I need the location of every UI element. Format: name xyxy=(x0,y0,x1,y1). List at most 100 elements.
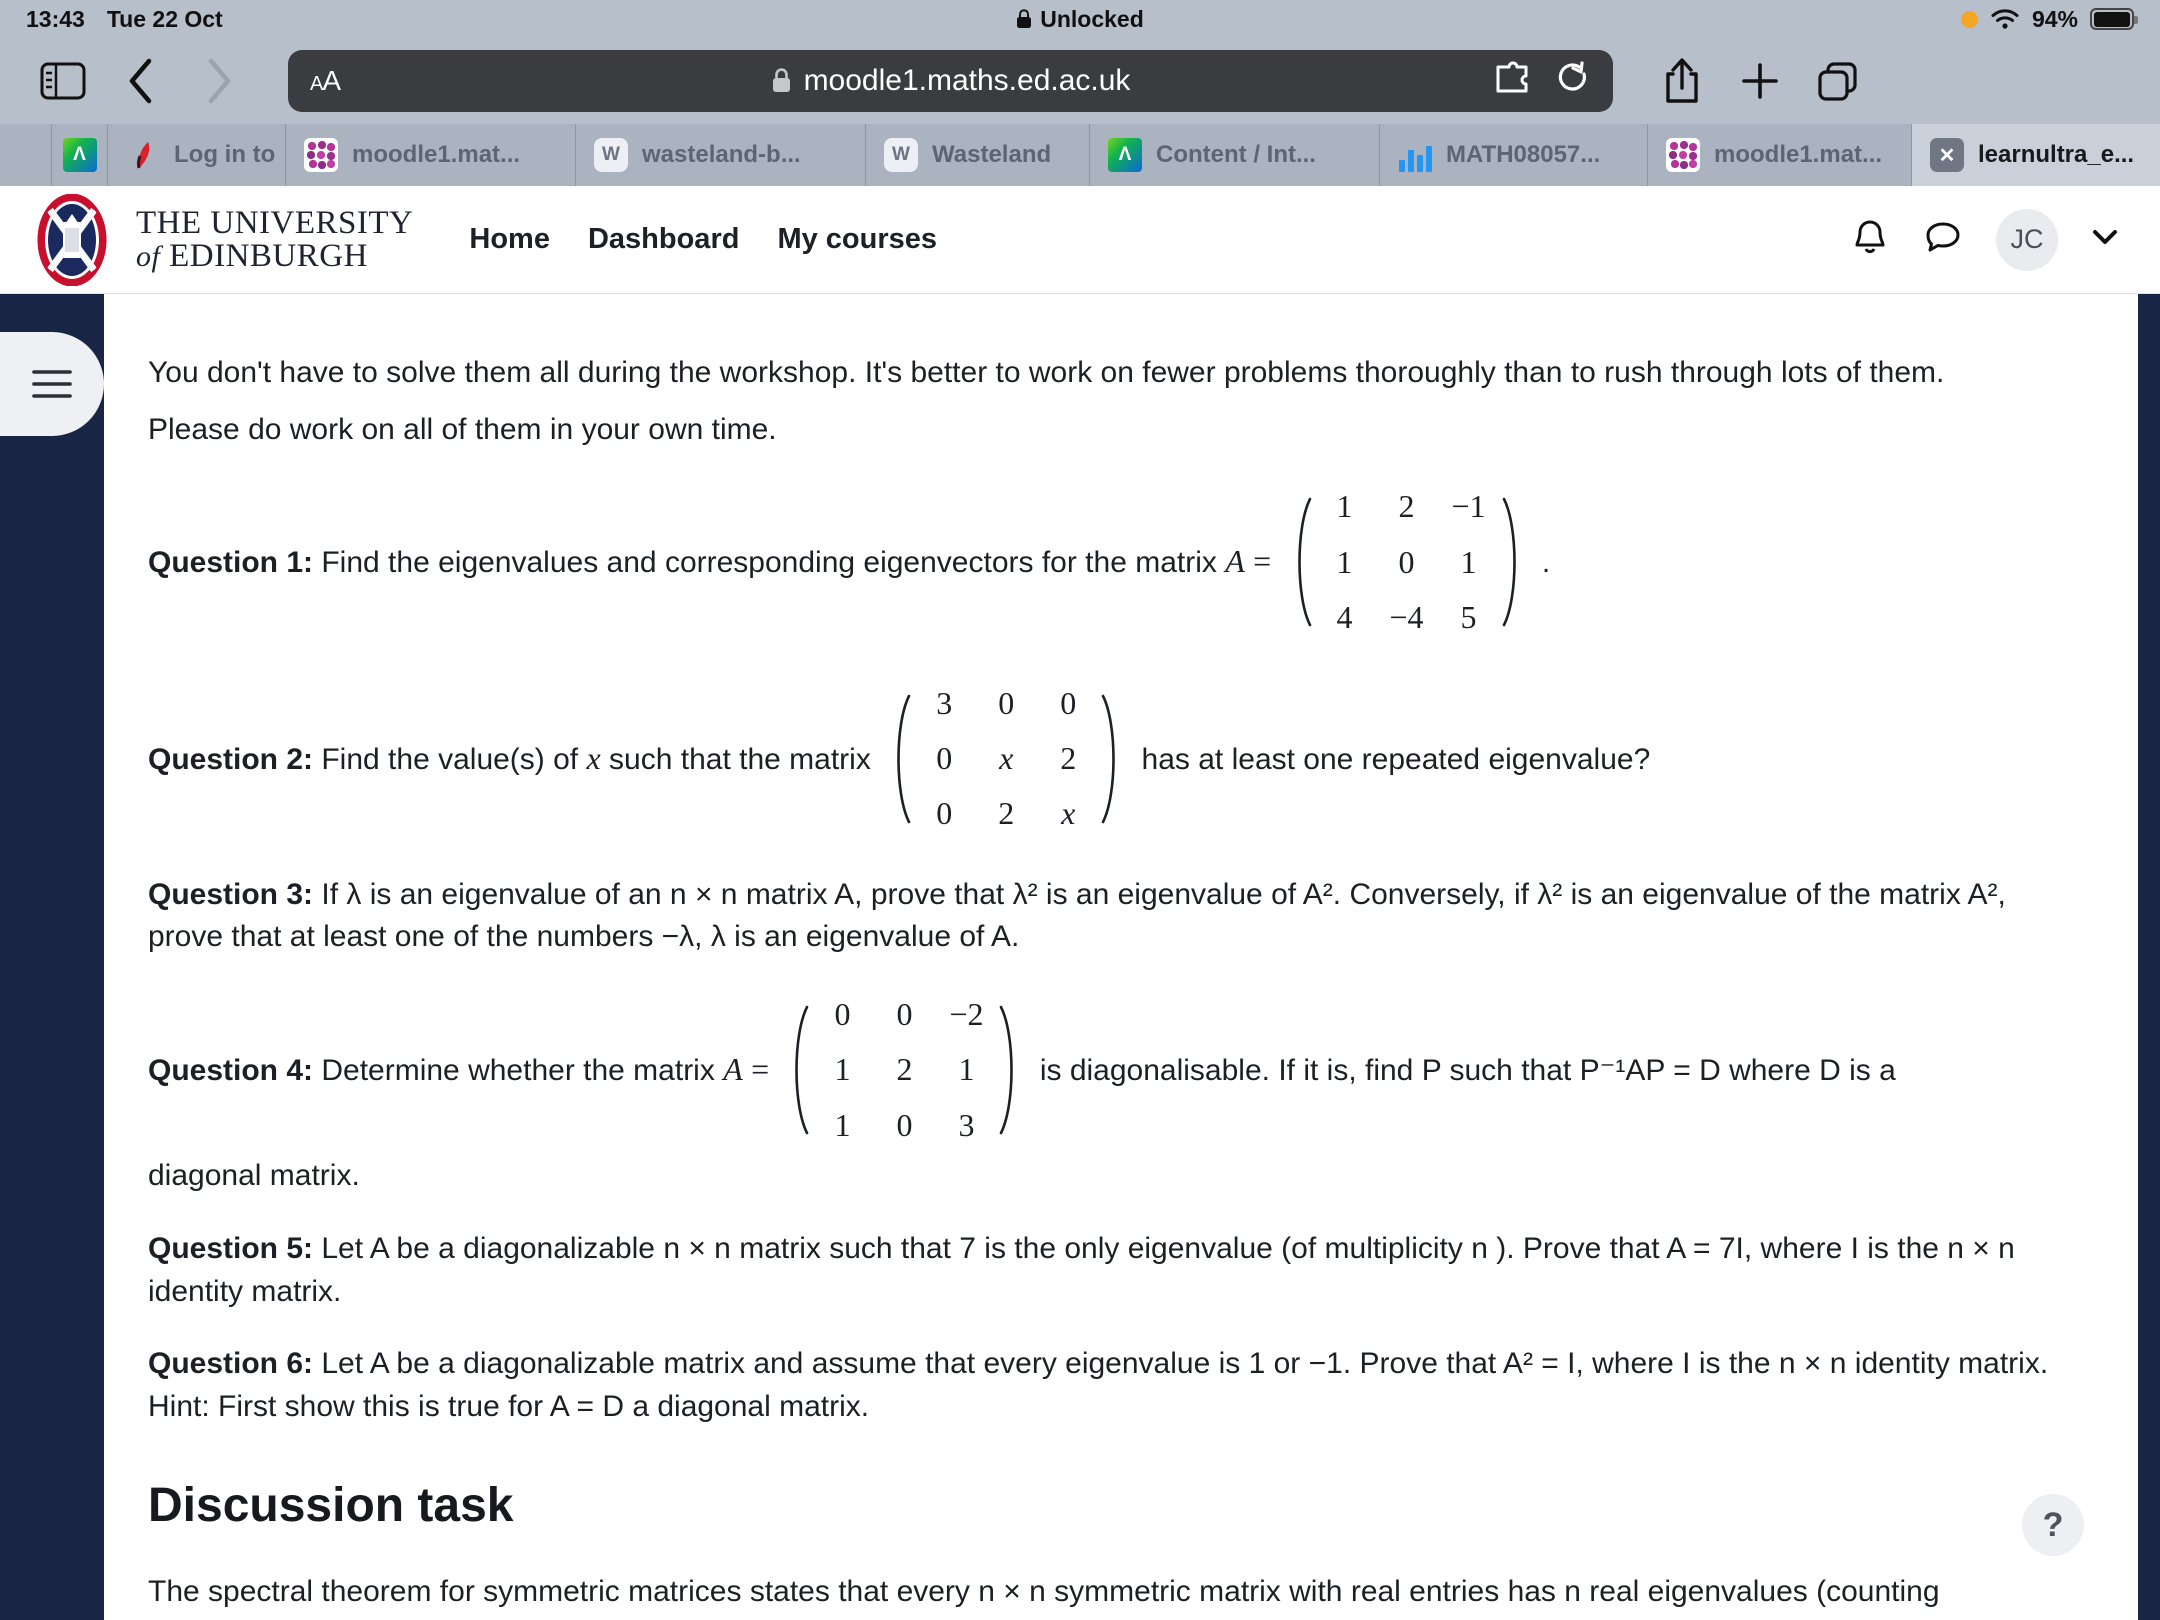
address-bar-text: moodle1.maths.ed.ac.uk xyxy=(288,64,1613,98)
browser-tab-title: wasteland-b... xyxy=(642,141,801,168)
chevron-right-icon xyxy=(208,58,231,104)
reload-icon xyxy=(1558,60,1586,91)
question-4-matrix-var: A xyxy=(723,1051,743,1088)
browser-tab[interactable]: Wwasteland-b... xyxy=(576,124,866,186)
nav-link-home[interactable]: Home xyxy=(469,223,550,256)
question-3-label: Question 3: xyxy=(148,877,314,911)
question-5-text: Let A be a diagonalizable n × n matrix s… xyxy=(148,1231,2015,1308)
question-4-text: Determine whether the matrix xyxy=(321,1054,715,1088)
sidebar-toggle-button[interactable] xyxy=(24,50,102,112)
question-1-label: Question 1: xyxy=(148,546,314,580)
matrix-left-paren xyxy=(785,1005,811,1135)
browser-tab[interactable]: MATH08057... xyxy=(1380,124,1648,186)
word-icon: W xyxy=(594,138,628,172)
status-time: 13:43 xyxy=(26,5,85,32)
reload-button[interactable] xyxy=(1557,60,1591,103)
matrix-row: 1 2 1 xyxy=(811,1042,997,1097)
matrix-cell: 1 xyxy=(834,1106,851,1143)
question-4-label: Question 4: xyxy=(148,1054,314,1088)
chevron-left-icon xyxy=(129,58,152,104)
browser-tab-title: Log in to xyxy=(174,141,276,168)
pen-icon xyxy=(126,138,160,172)
nav-link-dashboard[interactable]: Dashboard xyxy=(588,223,739,256)
forward-button[interactable] xyxy=(180,50,258,112)
share-button[interactable] xyxy=(1643,50,1721,112)
browser-tab-title: Wasteland xyxy=(932,141,1052,168)
moodle-icon xyxy=(304,138,338,172)
site-header: THE UNIVERSITY of EDINBURGH Home Dashboar… xyxy=(0,186,2160,294)
course-content: You don't have to solve them all during … xyxy=(104,294,2138,1620)
discussion-task-paragraph: The spectral theorem for symmetric matri… xyxy=(148,1575,1940,1620)
matrix-row: 3 0 0 xyxy=(913,676,1099,731)
matrix-row: 1 2 −1 xyxy=(1314,479,1500,534)
matrix-cell: 1 xyxy=(958,1051,975,1088)
tab-overview-button[interactable] xyxy=(1799,50,1877,112)
browser-tab[interactable]: W Wasteland xyxy=(866,124,1090,186)
battery-icon xyxy=(2090,8,2138,30)
share-icon xyxy=(1666,58,1698,103)
help-button[interactable]: ? xyxy=(2022,1494,2084,1556)
plus-icon xyxy=(1742,63,1778,99)
question-1: Question 1: Find the eigenvalues and cor… xyxy=(148,481,2052,647)
matrix-row: 1 0 1 xyxy=(1314,535,1500,590)
browser-tab[interactable]: Λ Content / Int... xyxy=(1090,124,1380,186)
lock-icon xyxy=(772,68,790,92)
question-4-matrix: 0 0 −2 1 2 1 1 0 3 xyxy=(785,987,1023,1153)
matrix-cell: x xyxy=(999,739,1014,776)
status-center-label: Unlocked xyxy=(0,6,2160,33)
sidebar-icon xyxy=(40,62,86,100)
avatar[interactable]: JC xyxy=(1996,208,2058,271)
primary-nav[interactable]: Home Dashboard My courses xyxy=(469,223,937,256)
matrix-cell: 0 xyxy=(896,996,913,1032)
course-rail xyxy=(0,294,104,1620)
tabs-icon xyxy=(1818,62,1857,101)
question-2-text-b: such that the matrix xyxy=(609,742,871,776)
question-4-wrap: diagonal matrix. xyxy=(148,1159,360,1193)
anaconda-icon: Λ xyxy=(62,138,97,172)
browser-tab[interactable]: Λ xyxy=(52,124,108,186)
notifications-button[interactable] xyxy=(1850,216,1890,263)
intro-paragraph-line1: You don't have to solve them all during … xyxy=(148,356,1945,389)
right-rail xyxy=(2138,294,2160,1620)
discussion-task-heading: Discussion task xyxy=(148,1479,514,1533)
matrix-cell: 2 xyxy=(1398,488,1415,525)
chart-icon xyxy=(1398,138,1432,172)
chevron-down-icon xyxy=(2093,230,2117,244)
question-2-matrix: 3 0 0 0 x 2 0 2 x xyxy=(887,676,1125,842)
page-body: You don't have to solve them all during … xyxy=(0,294,2160,1620)
matrix-left-paren xyxy=(887,694,913,824)
browser-tab[interactable]: moodle1.mat... xyxy=(1648,124,1912,186)
matrix-cell: −2 xyxy=(949,996,984,1032)
browser-tab[interactable]: ✕ learnultra_e... xyxy=(1912,124,2160,186)
question-1-text: Find the eigenvalues and corresponding e… xyxy=(321,546,1217,580)
address-bar[interactable]: AA moodle1.maths.ed.ac.uk xyxy=(288,50,1613,112)
matrix-cell: 0 xyxy=(896,1106,913,1143)
nav-link-my-courses[interactable]: My courses xyxy=(777,223,937,256)
message-bubble-icon xyxy=(1926,222,1960,252)
extensions-button[interactable] xyxy=(1493,61,1531,102)
browser-tab[interactable]: moodle1.mat... xyxy=(286,124,576,186)
browser-tab-title: MATH08057... xyxy=(1446,141,1601,168)
matrix-cell: 1 xyxy=(1336,488,1353,525)
university-wordmark: THE UNIVERSITY of EDINBURGH xyxy=(136,204,414,274)
question-4-equals: = xyxy=(751,1051,770,1088)
browser-tab-bar[interactable]: Λ Log in to moodle1.mat... Wwasteland-b... W… xyxy=(0,124,2160,186)
matrix-cell: 1 xyxy=(834,1051,851,1088)
matrix-cell: 2 xyxy=(998,795,1015,832)
question-4: Question 4: Determine whether the matrix… xyxy=(148,989,2052,1198)
question-2-tail: has at least one repeated eigenvalue? xyxy=(1141,742,1651,776)
matrix-cell: 5 xyxy=(1460,599,1477,636)
matrix-row: 4 −4 5 xyxy=(1314,590,1500,645)
matrix-right-paren xyxy=(1500,497,1526,627)
moodle-icon xyxy=(1666,138,1700,172)
messages-button[interactable] xyxy=(1922,216,1964,263)
back-button[interactable] xyxy=(102,50,180,112)
close-x-icon: ✕ xyxy=(1930,138,1964,172)
new-tab-button[interactable] xyxy=(1721,50,1799,112)
question-6: Question 6: Let A be a diagonalizable ma… xyxy=(148,1343,2052,1428)
question-6-text: Let A be a diagonalizable matrix and ass… xyxy=(148,1347,2049,1423)
user-menu-chevron[interactable] xyxy=(2090,226,2120,253)
course-index-toggle[interactable] xyxy=(0,332,104,436)
browser-tab[interactable]: Log in to xyxy=(108,124,286,186)
question-2: Question 2: Find the value(s) of x such … xyxy=(148,678,2052,844)
